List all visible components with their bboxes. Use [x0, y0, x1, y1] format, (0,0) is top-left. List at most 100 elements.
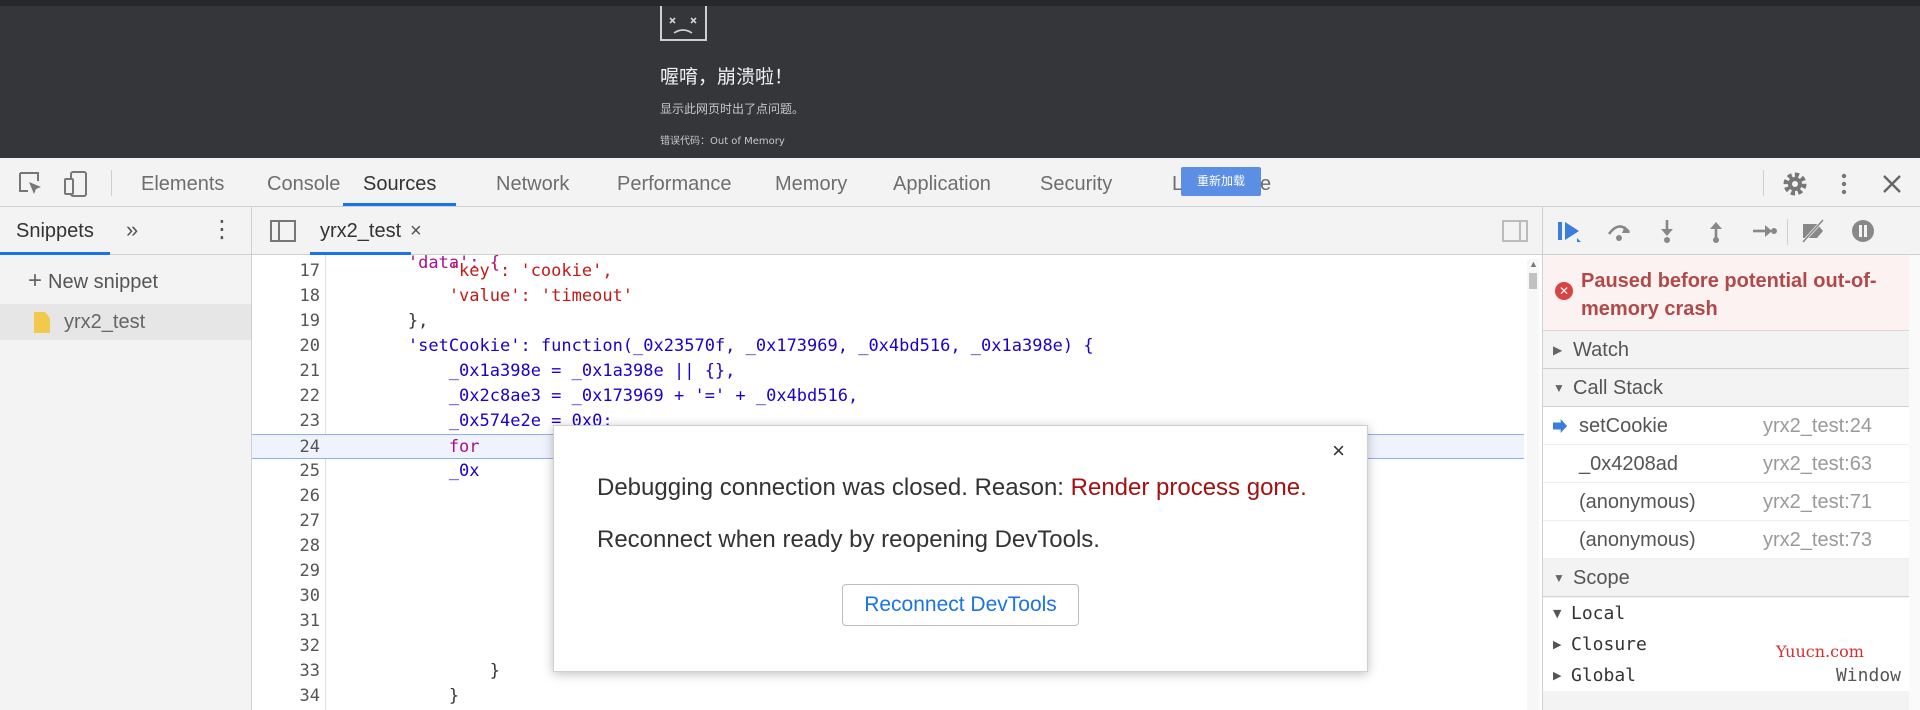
call-frame-location[interactable]: yrx2_test:63	[1763, 453, 1872, 476]
call-frame-location[interactable]: yrx2_test:71	[1763, 491, 1872, 514]
code-line: 22 _0x2c8ae3 = _0x173969 + '=' + _0x4bd5…	[252, 384, 1524, 409]
devtools-tabbar: Elements Console Sources Network Perform…	[0, 158, 1920, 207]
line-source: 'value': 'timeout'	[326, 286, 634, 306]
connection-closed-dialog: × Debugging connection was closed. Reaso…	[553, 425, 1368, 672]
code-line: 21 _0x1a398e = _0x1a398e || {},	[252, 359, 1524, 384]
navigator-menu-icon[interactable]: ⋮	[210, 215, 234, 244]
line-source: },	[326, 311, 429, 331]
call-frame-row[interactable]: setCookie yrx2_test:24	[1543, 407, 1909, 445]
line-number: 20	[299, 336, 320, 356]
debugger-toolbar	[1543, 207, 1920, 255]
tab-security[interactable]: Security	[1040, 158, 1112, 206]
code-line: 34 }	[252, 684, 1524, 709]
scope-global[interactable]: ▶ Global Window	[1543, 660, 1909, 691]
line-number: 26	[299, 486, 320, 506]
pause-on-exceptions-icon[interactable]	[1849, 218, 1877, 244]
editor-tabbar: yrx2_test ×	[252, 207, 1542, 255]
section-watch[interactable]: ▶ Watch	[1543, 331, 1909, 369]
line-number: 17	[299, 261, 320, 281]
tab-console[interactable]: Console	[267, 158, 340, 206]
line-source: _0x1a398e = _0x1a398e || {},	[326, 361, 736, 381]
crash-title: 喔唷，崩溃啦！	[660, 66, 794, 88]
inspect-element-icon[interactable]	[17, 170, 45, 198]
scroll-up-icon[interactable]: ▲	[1529, 259, 1538, 269]
call-frame-row[interactable]: _0x4208ad yrx2_test:63	[1543, 445, 1909, 483]
reload-button[interactable]: 重新加载	[1181, 167, 1261, 196]
tab-application[interactable]: Application	[893, 158, 991, 206]
section-label: Call Stack	[1573, 377, 1664, 399]
tab-snippets[interactable]: Snippets	[0, 207, 110, 255]
line-source: }	[326, 686, 460, 706]
step-icon[interactable]	[1750, 218, 1778, 244]
watermark: Yuucn.com	[1776, 642, 1864, 661]
line-number: 31	[299, 611, 320, 631]
call-frame-location[interactable]: yrx2_test:73	[1763, 529, 1872, 552]
tab-sources[interactable]: Sources	[343, 158, 457, 206]
divider	[111, 170, 112, 196]
expand-triangle-icon: ▶	[1553, 343, 1563, 357]
crash-subtitle: 显示此网页时出了点问题。	[660, 102, 805, 116]
tab-lighthouse-end[interactable]: e	[1260, 158, 1271, 206]
dialog-hint: Reconnect when ready by reopening DevToo…	[597, 526, 1100, 553]
expand-triangle-icon: ▶	[1553, 638, 1562, 651]
call-frame-location[interactable]: yrx2_test:24	[1763, 415, 1872, 438]
editor-tab-yrx2-test[interactable]: yrx2_test	[310, 207, 412, 255]
line-number: 27	[299, 511, 320, 531]
close-devtools-icon[interactable]	[1878, 170, 1906, 198]
expand-triangle-icon: ▶	[1553, 669, 1562, 682]
call-frame-name: (anonymous)	[1579, 491, 1696, 513]
step-over-icon[interactable]	[1605, 218, 1633, 244]
scope-value: Window	[1835, 665, 1901, 686]
new-snippet-button[interactable]: + New snippet	[28, 267, 158, 295]
line-number: 22	[299, 386, 320, 406]
tab-network[interactable]: Network	[496, 158, 569, 206]
tab-performance[interactable]: Performance	[617, 158, 732, 206]
step-into-icon[interactable]	[1653, 218, 1681, 244]
paused-message: Paused before potential out-of-memory cr…	[1581, 270, 1877, 320]
line-source: _0x	[326, 461, 480, 481]
line-number: 34	[299, 686, 320, 706]
error-icon: ✕	[1555, 282, 1573, 300]
crash-error-code: 错误代码：Out of Memory	[660, 136, 785, 147]
line-number: 25	[299, 461, 320, 481]
line-number: 28	[299, 536, 320, 556]
snippet-file-icon	[34, 312, 50, 333]
line-number: 30	[299, 586, 320, 606]
device-toolbar-icon[interactable]	[62, 170, 90, 198]
crash-page: 喔唷，崩溃啦！ 显示此网页时出了点问题。 错误代码：Out of Memory	[0, 0, 1920, 158]
line-source: _0x2c8ae3 = _0x173969 + '=' + _0x4bd516,	[326, 386, 859, 406]
close-dialog-icon[interactable]: ×	[1332, 438, 1345, 464]
toggle-debugger-icon[interactable]	[1502, 220, 1528, 242]
tab-memory[interactable]: Memory	[775, 158, 847, 206]
line-number: 29	[299, 561, 320, 581]
scrollbar-thumb[interactable]	[1529, 273, 1537, 289]
toggle-navigator-icon[interactable]	[270, 220, 296, 242]
debugger-scrollbar[interactable]	[1909, 255, 1920, 710]
debugger-sidebar: ✕ Paused before potential out-of-memory …	[1542, 207, 1920, 710]
reconnect-devtools-button[interactable]: Reconnect DevTools	[842, 584, 1079, 626]
snippet-item-yrx2-test[interactable]: yrx2_test	[0, 304, 251, 340]
scope-local[interactable]: ▼ Local	[1543, 598, 1909, 629]
tab-elements[interactable]: Elements	[141, 158, 224, 206]
resume-icon[interactable]	[1555, 218, 1583, 244]
step-out-icon[interactable]	[1702, 218, 1730, 244]
divider	[1787, 219, 1788, 245]
divider	[1763, 170, 1764, 196]
section-scope[interactable]: ▼ Scope	[1543, 559, 1909, 597]
line-number: 24	[299, 437, 320, 457]
call-frame-row[interactable]: (anonymous) yrx2_test:71	[1543, 483, 1909, 521]
section-call-stack[interactable]: ▼ Call Stack	[1543, 369, 1909, 407]
call-frame-row[interactable]: (anonymous) yrx2_test:73	[1543, 521, 1909, 559]
line-number: 21	[299, 361, 320, 381]
editor-scrollbar[interactable]: ▲	[1527, 259, 1539, 710]
deactivate-breakpoints-icon[interactable]	[1799, 218, 1827, 244]
code-line: 19 },	[252, 309, 1524, 334]
dialog-message: Debugging connection was closed. Reason:…	[597, 474, 1307, 502]
sad-page-icon	[660, 6, 707, 41]
more-options-icon[interactable]	[1830, 170, 1858, 198]
more-tabs-chevron-icon[interactable]: »	[126, 217, 138, 243]
collapse-triangle-icon: ▼	[1553, 381, 1565, 395]
section-label: Scope	[1573, 567, 1630, 589]
settings-gear-icon[interactable]	[1781, 170, 1809, 198]
close-tab-icon[interactable]: ×	[410, 207, 422, 255]
